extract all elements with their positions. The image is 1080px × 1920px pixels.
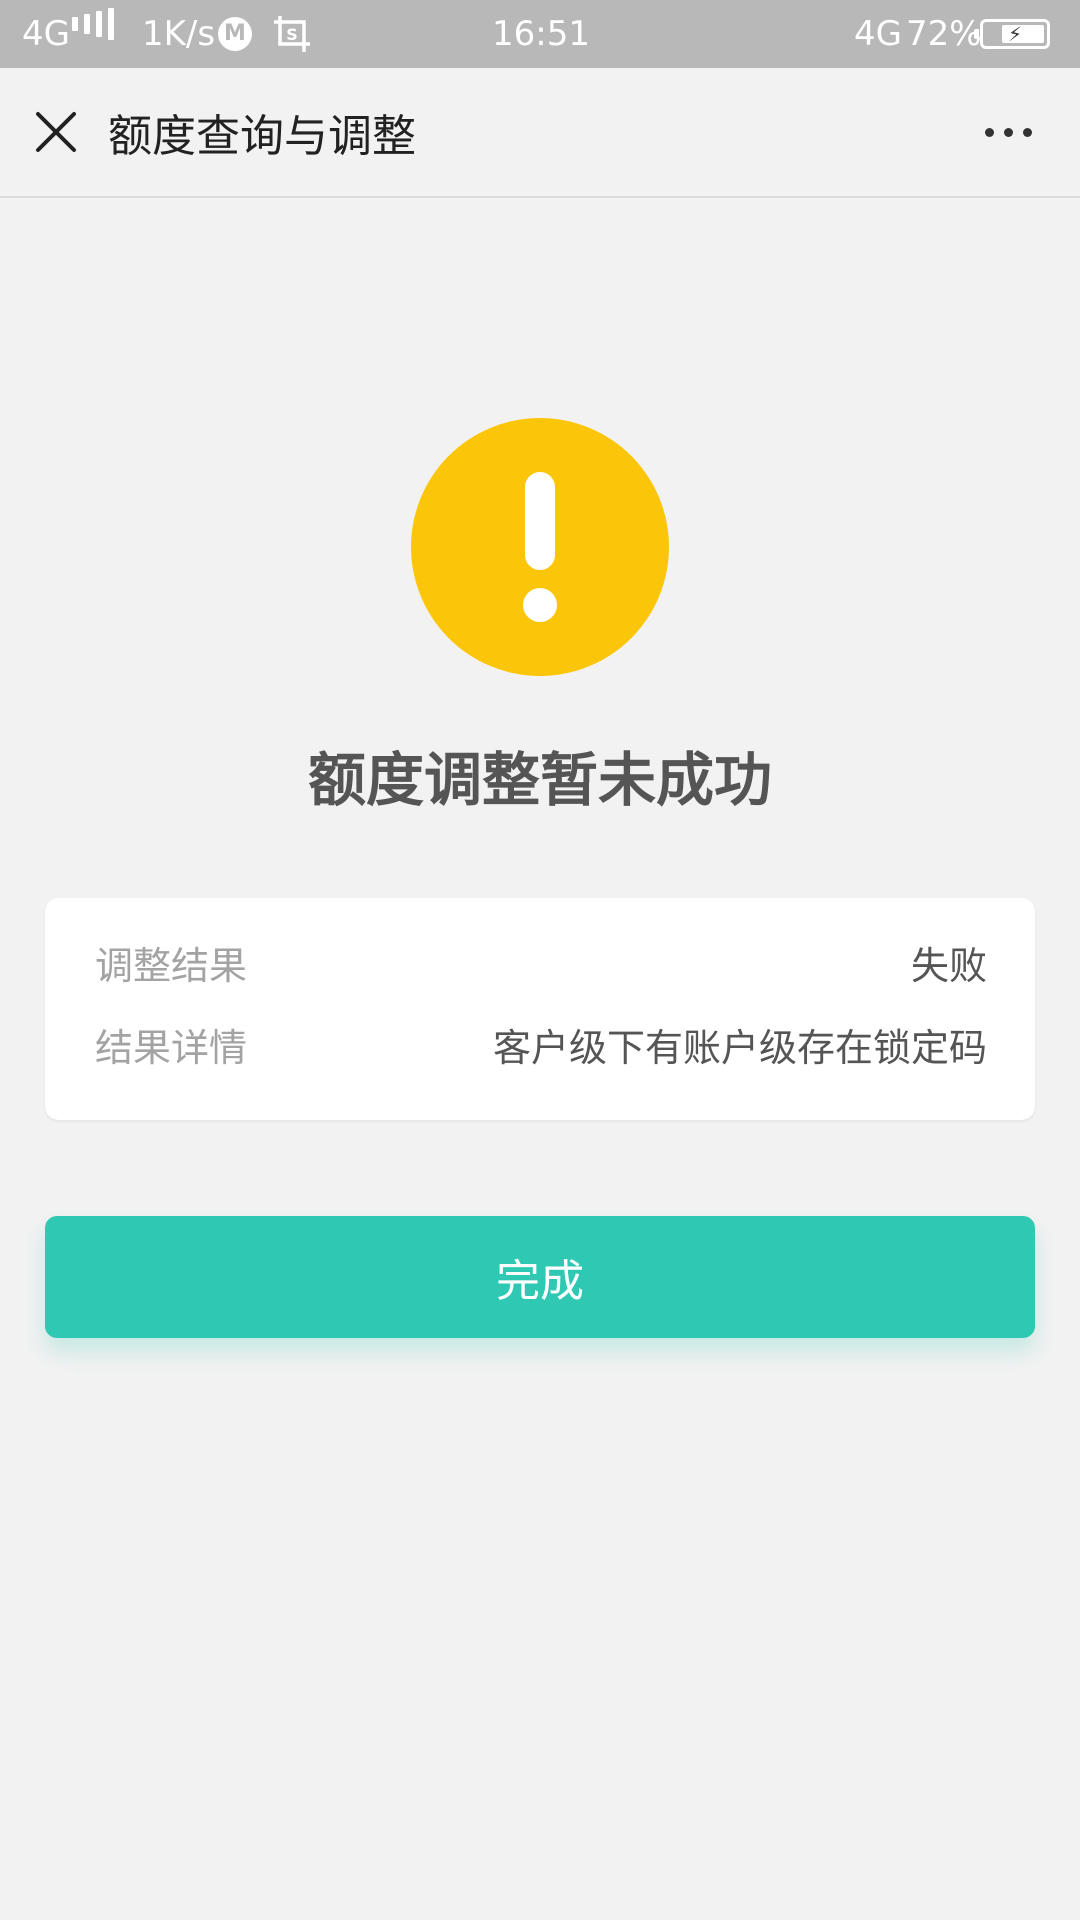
network-speed: 1K/s [142,14,216,54]
detail-value: 失败 [910,943,987,988]
done-button[interactable]: 完成 [45,1216,1035,1338]
page-title: 额度查询与调整 [108,111,416,162]
warning-icon [411,418,669,676]
detail-row-reason: 结果详情 客户级下有账户级存在锁定码 [95,1014,987,1074]
result-title: 额度调整暂未成功 [307,746,772,814]
battery-charging-icon: ⚡ [974,0,1050,68]
bank-app-icon: M [218,0,252,68]
signal-bars-icon [72,0,114,68]
charging-bolt-icon: ⚡ [1007,22,1023,46]
detail-label: 调整结果 [95,943,248,988]
title-bar: 额度查询与调整 [0,68,1080,198]
more-dots-icon [1003,127,1013,137]
network-type-left: 4G [22,14,70,54]
detail-row-result: 调整结果 失败 [95,932,987,992]
close-icon [36,112,76,152]
more-dots-icon [984,127,994,137]
screenshot-icon: S [272,0,312,68]
status-bar: 4G 1K/s M S 16:51 4G 72% ⚡ [0,0,1080,68]
more-button[interactable] [972,102,1044,162]
detail-value: 客户级下有账户级存在锁定码 [492,1025,987,1070]
close-button[interactable] [24,100,88,164]
detail-label: 结果详情 [95,1025,248,1070]
battery-body: ⚡ [974,19,1050,49]
svg-text:S: S [286,25,298,44]
bank-app-glyph: M [218,17,252,51]
more-dots-icon [1022,127,1032,137]
clock: 16:51 [492,14,590,54]
network-type-right: 4G [854,14,902,54]
battery-percent: 72% [906,14,982,54]
result-detail-card: 调整结果 失败 结果详情 客户级下有账户级存在锁定码 [45,898,1035,1120]
